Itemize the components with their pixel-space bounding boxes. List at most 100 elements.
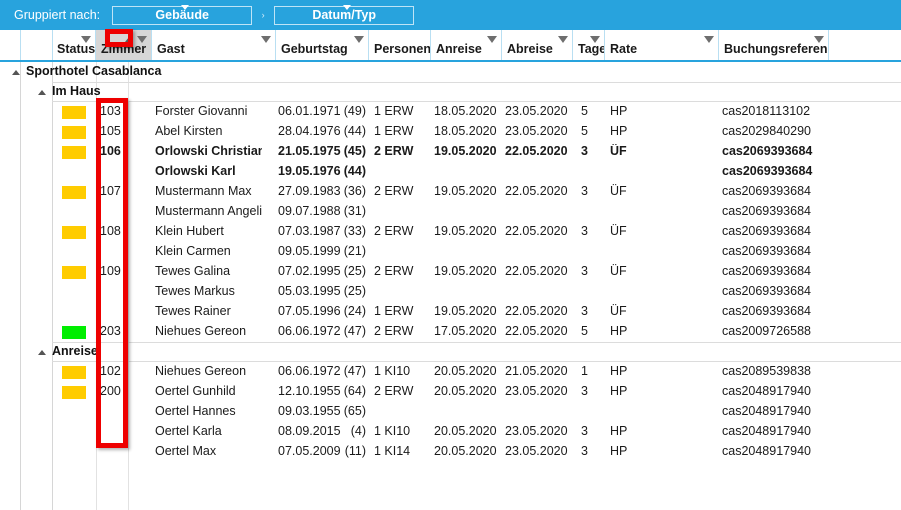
cell-rate: HP	[610, 444, 628, 458]
cell-geburtsalter: (45)	[343, 144, 366, 158]
column-header-rate[interactable]: Rate	[605, 30, 719, 60]
cell-buchungsreferenz: cas2069393684	[722, 204, 811, 218]
table-row[interactable]: Mustermann Angelika 09.07.1988(31) cas2069…	[0, 202, 901, 222]
column-header-geburtstag[interactable]: Geburtstag	[276, 30, 369, 60]
column-header-abreise[interactable]: Abreise	[502, 30, 573, 60]
table-row[interactable]: 107 Mustermann Max 27.09.1983 (36) 2 ERW 19.0…	[0, 182, 901, 202]
group-by-label: Gruppiert nach:	[14, 8, 101, 22]
column-header-gast[interactable]: Gast	[152, 30, 276, 60]
group-header-label: Anreise	[52, 344, 98, 358]
cell-rate: HP	[610, 324, 628, 338]
cell-anreise: 19.05.2020	[434, 264, 497, 278]
cell-geburtsdatum: 09.03.1955	[278, 404, 341, 418]
cell-anreise: 19.05.2020	[434, 184, 497, 198]
table-row[interactable]: 102 Niehues Gereon 06.06.1972 (47) 1 KI10 20.…	[0, 362, 901, 382]
cell-abreise: 23.05.2020	[505, 104, 568, 118]
filter-icon[interactable]	[137, 36, 147, 43]
column-header-status[interactable]: Status	[52, 30, 96, 60]
table-row[interactable]: Tewes Markus 05.03.1995 (25) cas2069393684	[0, 282, 901, 302]
column-header-personen[interactable]: Personen	[369, 30, 431, 60]
cell-geburtsdatum: 06.06.1972	[278, 324, 341, 338]
group-by-chip-label: Gebäude	[155, 8, 209, 22]
filter-icon[interactable]	[261, 36, 271, 43]
cell-geburtsalter: (65)	[343, 404, 366, 418]
cell-personen: 1 ERW	[374, 124, 414, 138]
table-row[interactable]: 106 Orlowski Christiana 21.05.1975 (45) 2 ER…	[0, 142, 901, 162]
filter-icon[interactable]	[81, 36, 91, 43]
sort-arrow-highlight	[105, 29, 133, 47]
status-badge	[62, 186, 86, 199]
collapse-triangle-icon[interactable]	[12, 70, 20, 75]
table-row[interactable]: Tewes Rainer 07.05.1996 (24) 1 ERW 19.05.202…	[0, 302, 901, 322]
filter-icon[interactable]	[704, 36, 714, 43]
cell-geburtsalter: (44)	[343, 164, 366, 178]
cell-personen: 1 ERW	[374, 104, 414, 118]
table-row[interactable]: Klein Carmen 09.05.1999 (21) cas2069393684	[0, 242, 901, 262]
filter-icon[interactable]	[814, 36, 824, 43]
column-header-label: Gast	[157, 42, 185, 56]
status-badge	[62, 106, 86, 119]
zimmer-column-highlight	[96, 98, 128, 448]
filter-icon[interactable]	[487, 36, 497, 43]
table-row[interactable]: Oertel Max 07.05.2009 (11) 1 KI14 20.05.2020…	[0, 442, 901, 462]
group-header-label: Sporthotel Casablanca	[26, 64, 162, 78]
filter-icon[interactable]	[558, 36, 568, 43]
filter-icon[interactable]	[354, 36, 364, 43]
table-row[interactable]: 103 Forster Giovanni 06.01.1971 (49) 1 ERW 18…	[0, 102, 901, 122]
cell-gast: Abel Kirsten	[155, 124, 223, 138]
cell-tage: 3	[581, 384, 588, 398]
cell-anreise: 19.05.2020	[434, 304, 497, 318]
cell-personen: 1 KI14	[374, 444, 411, 458]
header-gutter-2	[20, 30, 53, 60]
table-row[interactable]: 105 Abel Kirsten 28.04.1976 (44) 1 ERW 18.05.…	[0, 122, 901, 142]
cell-geburtsalter: (31)	[343, 204, 366, 218]
group-by-chip-gebaeude[interactable]: Gebäude	[112, 4, 253, 25]
status-badge	[62, 126, 86, 139]
cell-rate: HP	[610, 384, 628, 398]
cell-geburtsdatum: 07.05.1996	[278, 304, 341, 318]
cell-buchungsreferenz: cas2069393684	[722, 224, 811, 238]
cell-rate: ÜF	[610, 264, 627, 278]
column-header-buchungsreferenz[interactable]: Buchungsreferenz	[719, 30, 829, 60]
cell-anreise: 20.05.2020	[434, 424, 497, 438]
group-header-row[interactable]: Sporthotel Casablanca	[0, 62, 901, 82]
group-header-row[interactable]: Im Haus	[0, 82, 901, 102]
table-row[interactable]: 108 Klein Hubert 07.03.1987 (33) 2 ERW 19.05.…	[0, 222, 901, 242]
column-header-label: Anreise	[436, 42, 482, 56]
group-divider-top	[52, 342, 901, 343]
chevron-down-icon	[343, 4, 352, 10]
collapse-triangle-icon[interactable]	[38, 350, 46, 355]
table-row[interactable]: 203 Niehues Gereon 06.06.1972 (47) 2 ERW 17.0…	[0, 322, 901, 342]
cell-buchungsreferenz: cas2048917940	[722, 444, 811, 458]
group-by-chip-datumtyp[interactable]: Datum/Typ	[274, 4, 415, 25]
cell-abreise: 23.05.2020	[505, 124, 568, 138]
cell-gast: Klein Carmen	[155, 244, 231, 258]
cell-rate: ÜF	[610, 304, 627, 318]
column-header-anreise[interactable]: Anreise	[431, 30, 502, 60]
filter-icon[interactable]	[590, 36, 600, 43]
group-header-row[interactable]: Anreise	[0, 342, 901, 362]
cell-buchungsreferenz: cas2048917940	[722, 404, 811, 418]
table-row[interactable]: Oertel Karla 08.09.2015 (4) 1 KI10 20.05.202…	[0, 422, 901, 442]
collapse-triangle-icon[interactable]	[38, 90, 46, 95]
group-by-separator-icon: ›	[261, 10, 265, 20]
cell-geburtsdatum: 28.04.1976	[278, 124, 341, 138]
cell-abreise: 22.05.2020	[505, 324, 568, 338]
cell-rate: HP	[610, 424, 628, 438]
group-header-label: Im Haus	[52, 84, 101, 98]
table-row[interactable]: 109 Tewes Galina 07.02.1995 (25) 2 ERW 19.05.…	[0, 262, 901, 282]
cell-geburtsdatum: 07.03.1987	[278, 224, 341, 238]
column-header-tage[interactable]: Tage	[573, 30, 605, 60]
cell-rate: HP	[610, 364, 628, 378]
header-gutter-1	[0, 30, 21, 60]
cell-abreise: 21.05.2020	[505, 364, 568, 378]
cell-tage: 5	[581, 104, 588, 118]
grid-body[interactable]: Sporthotel Casablanca Im Haus 103 Forster G…	[0, 62, 901, 510]
table-row[interactable]: Orlowski Karl 19.05.1976 (44) cas2069393684	[0, 162, 901, 182]
group-divider-top	[52, 82, 901, 83]
table-row[interactable]: 200 Oertel Gunhild 12.10.1955 (64) 2 ERW 20.0…	[0, 382, 901, 402]
status-badge	[62, 366, 86, 379]
table-row[interactable]: Oertel Hannes 09.03.1955 (65) cas2048917940	[0, 402, 901, 422]
cell-geburtsalter: (4)	[350, 424, 366, 438]
cell-gast: Forster Giovanni	[155, 104, 248, 118]
